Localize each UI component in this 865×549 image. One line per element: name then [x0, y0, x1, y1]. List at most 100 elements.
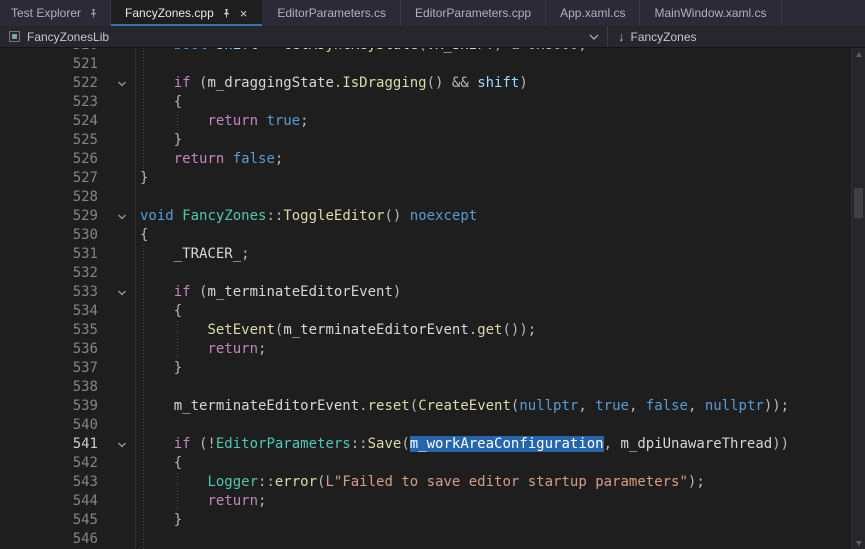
token-f: GetAsyncKeyState: [283, 48, 418, 53]
token-k: void: [140, 208, 174, 224]
code-line-text[interactable]: return false;: [135, 150, 865, 169]
token-f: IsDragging: [342, 75, 426, 91]
code-row: 528: [0, 188, 865, 207]
token-c: return: [207, 341, 258, 357]
token-pl: [140, 113, 207, 129]
tab-editorparameters-cpp[interactable]: EditorParameters.cpp: [401, 0, 546, 26]
code-line-text[interactable]: [135, 264, 865, 283]
tab-label: EditorParameters.cs: [277, 6, 386, 20]
navigation-bar: FancyZonesLib ↓ FancyZones: [0, 26, 865, 48]
token-v: VK_SHIFT: [427, 48, 494, 53]
code-line-text[interactable]: }: [135, 131, 865, 150]
code-line-text[interactable]: {: [135, 93, 865, 112]
tab-test-explorer[interactable]: Test Explorer: [0, 0, 111, 26]
code-row: 544 return;: [0, 492, 865, 511]
token-c: return: [207, 113, 258, 129]
token-k: false: [646, 398, 688, 414]
token-pl: [207, 48, 215, 53]
code-row: 524 return true;: [0, 112, 865, 131]
scrollbar-up-arrow[interactable]: [852, 48, 865, 60]
token-k: false: [233, 151, 275, 167]
code-line-text[interactable]: SetEvent(m_terminateEditorEvent.get());: [135, 321, 865, 340]
tab-app-xaml-cs[interactable]: App.xaml.cs: [546, 0, 640, 26]
code-line-text[interactable]: {: [135, 302, 865, 321]
token-pl: [140, 246, 174, 262]
fold-margin: [98, 112, 135, 131]
token-pl: ::: [258, 474, 275, 490]
token-pl: [140, 398, 174, 414]
fold-chevron-icon[interactable]: [98, 74, 135, 93]
code-editor[interactable]: 520 bool shift = GetAsyncKeyState(VK_SHI…: [0, 48, 865, 549]
code-line-text[interactable]: if (!EditorParameters::Save(m_workAreaCo…: [135, 435, 865, 454]
line-number: 521: [0, 55, 98, 74]
token-pl: ,: [688, 398, 705, 414]
fold-margin: [98, 473, 135, 492]
token-pl: ,: [629, 398, 646, 414]
line-number: 525: [0, 131, 98, 150]
token-pl: () &&: [427, 75, 478, 91]
fold-chevron-icon[interactable]: [98, 435, 135, 454]
vertical-scrollbar[interactable]: [851, 48, 865, 549]
tab-fancyzones-cpp[interactable]: FancyZones.cpp ×: [111, 0, 263, 26]
fold-margin: [98, 378, 135, 397]
code-line-text[interactable]: [135, 188, 865, 207]
close-icon[interactable]: ×: [239, 7, 249, 20]
fold-margin: [98, 226, 135, 245]
token-c: if: [174, 436, 191, 452]
line-number: 522: [0, 74, 98, 93]
code-line-text[interactable]: Logger::error(L"Failed to save editor st…: [135, 473, 865, 492]
project-dropdown-label: FancyZonesLib: [27, 30, 109, 44]
code-line-text[interactable]: [135, 416, 865, 435]
fold-margin: [98, 454, 135, 473]
token-v: _TRACER_: [174, 246, 241, 262]
token-pl: =: [258, 48, 283, 53]
line-number: 524: [0, 112, 98, 131]
token-k: noexcept: [410, 208, 477, 224]
code-line-text[interactable]: bool shift = GetAsyncKeyState(VK_SHIFT) …: [135, 48, 865, 55]
project-dropdown[interactable]: FancyZonesLib: [0, 26, 608, 47]
code-line-text[interactable]: if (m_draggingState.IsDragging() && shif…: [135, 74, 865, 93]
fold-margin: [98, 131, 135, 150]
code-line-text[interactable]: void FancyZones::ToggleEditor() noexcept: [135, 207, 865, 226]
scrollbar-thumb[interactable]: [854, 188, 863, 218]
code-line-text[interactable]: [135, 378, 865, 397]
scrollbar-down-arrow[interactable]: [852, 537, 865, 549]
code-line-text[interactable]: m_terminateEditorEvent.reset(CreateEvent…: [135, 397, 865, 416]
token-pl: )): [772, 436, 789, 452]
code-line-text[interactable]: }: [135, 511, 865, 530]
pin-icon[interactable]: [88, 8, 99, 19]
token-v: m_terminateEditorEvent: [174, 398, 359, 414]
tab-mainwindow-xaml-cs[interactable]: MainWindow.xaml.cs: [640, 0, 781, 26]
code-line-text[interactable]: return;: [135, 492, 865, 511]
code-line-text[interactable]: if (m_terminateEditorEvent): [135, 283, 865, 302]
code-row: 522 if (m_draggingState.IsDragging() && …: [0, 74, 865, 93]
code-line-text[interactable]: }: [135, 359, 865, 378]
line-number: 534: [0, 302, 98, 321]
tab-editorparameters-cs[interactable]: EditorParameters.cs: [263, 0, 401, 26]
line-number: 546: [0, 530, 98, 549]
code-line-text[interactable]: _TRACER_;: [135, 245, 865, 264]
line-number: 536: [0, 340, 98, 359]
code-row: 543 Logger::error(L"Failed to save edito…: [0, 473, 865, 492]
fold-chevron-icon[interactable]: [98, 283, 135, 302]
token-v: m_terminateEditorEvent: [207, 284, 392, 300]
code-line-text[interactable]: }: [135, 169, 865, 188]
token-p: shift: [216, 48, 258, 53]
fold-chevron-icon[interactable]: [98, 207, 135, 226]
code-line-text[interactable]: [135, 530, 865, 549]
fold-margin: [98, 55, 135, 74]
code-line-text[interactable]: {: [135, 454, 865, 473]
pin-icon[interactable]: [221, 8, 232, 19]
code-row: 521: [0, 55, 865, 74]
token-pl: [140, 436, 174, 452]
tab-strip: Test Explorer FancyZones.cpp × EditorPar…: [0, 0, 865, 26]
line-number: 541: [0, 435, 98, 454]
scope-dropdown[interactable]: ↓ FancyZones: [608, 26, 707, 47]
code-line-text[interactable]: return;: [135, 340, 865, 359]
code-line-text[interactable]: [135, 55, 865, 74]
fold-margin: [98, 359, 135, 378]
code-line-text[interactable]: return true;: [135, 112, 865, 131]
token-k: nullptr: [519, 398, 578, 414]
line-number: 542: [0, 454, 98, 473]
code-line-text[interactable]: {: [135, 226, 865, 245]
